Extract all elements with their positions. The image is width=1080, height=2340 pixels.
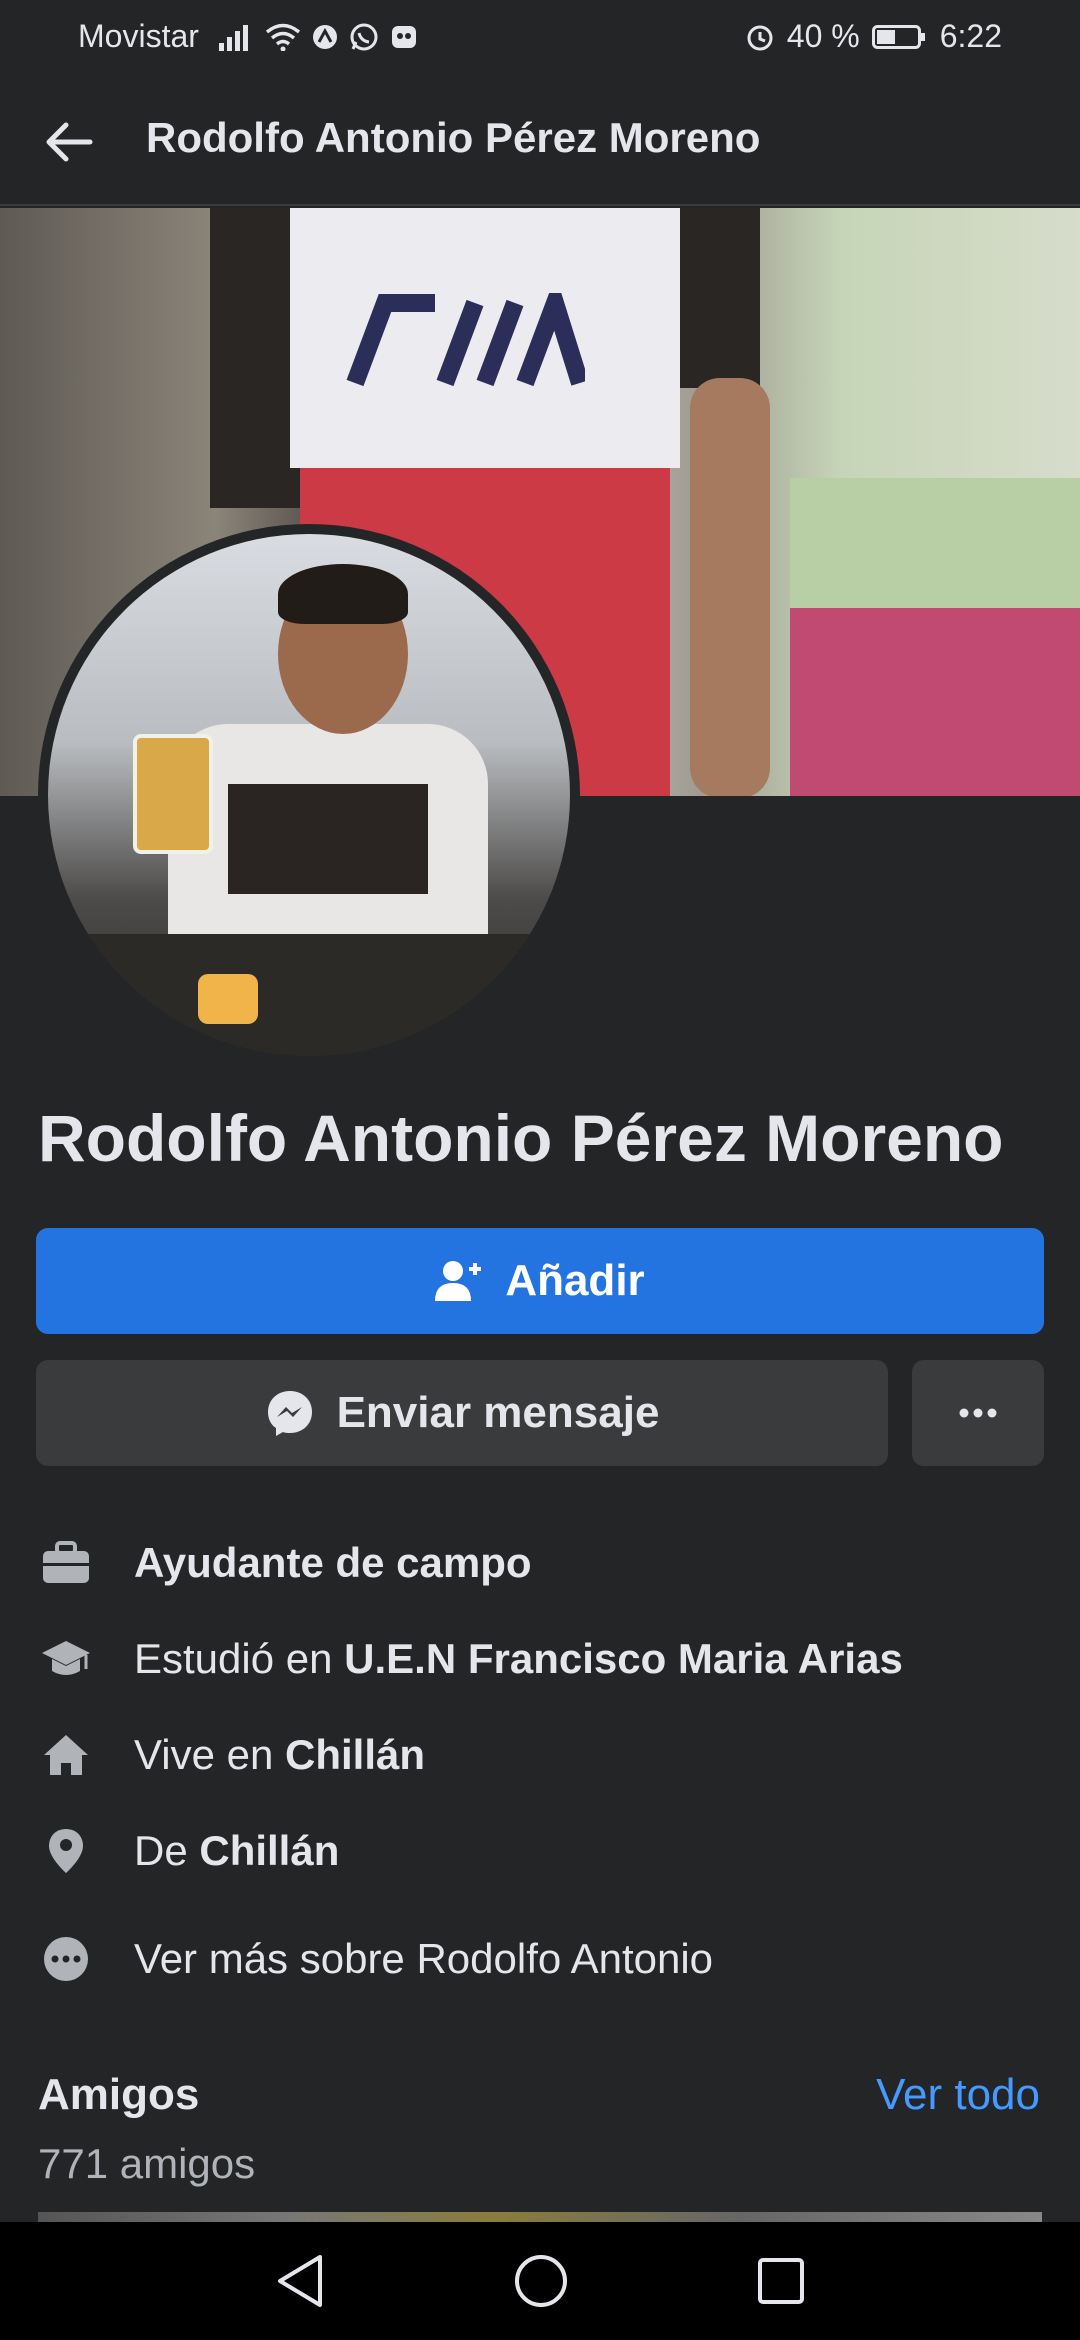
detail-work: Ayudante de campo	[0, 1515, 1080, 1611]
carrier-label: Movistar	[78, 18, 199, 54]
education-school[interactable]: U.E.N Francisco Maria Arias	[344, 1635, 903, 1682]
friends-preview-strip	[38, 2212, 1042, 2222]
see-more-about-link[interactable]: Ver más sobre Rodolfo Antonio	[0, 1911, 1080, 2007]
send-message-label: Enviar mensaje	[336, 1388, 660, 1437]
job-title: Ayudante de campo	[134, 1539, 532, 1586]
briefcase-icon	[38, 1535, 94, 1591]
arrow-left-icon	[46, 122, 93, 162]
friends-count: 771 amigos	[38, 2140, 256, 2187]
graduation-cap-icon	[38, 1631, 94, 1687]
profile-details: Ayudante de campo Estudió en U.E.N Franc…	[0, 1515, 1080, 2007]
add-friend-label: Añadir	[505, 1256, 645, 1305]
add-friend-button[interactable]: Añadir	[36, 1228, 1044, 1334]
nav-home-icon[interactable]	[513, 2253, 569, 2309]
signal-icon	[218, 24, 248, 51]
system-navigation-bar	[0, 2222, 1080, 2340]
current-city[interactable]: Chillán	[285, 1731, 425, 1778]
detail-current-city: Vive en Chillán	[0, 1707, 1080, 1803]
more-horizontal-icon	[959, 1408, 997, 1418]
more-options-button[interactable]	[912, 1360, 1044, 1466]
location-pin-icon	[38, 1823, 94, 1879]
battery-icon	[871, 24, 925, 49]
friends-heading: Amigos	[38, 2070, 200, 2119]
detail-hometown: De Chillán	[0, 1803, 1080, 1899]
cover-photo-sleeve	[210, 208, 300, 508]
avatar-candle	[198, 974, 258, 1024]
clock: 6:22	[939, 18, 1002, 54]
cover-photo-logo	[346, 293, 585, 387]
education-prefix: Estudió en	[134, 1635, 345, 1682]
profile-name: Rodolfo Antonio Pérez Moreno	[38, 1101, 1004, 1175]
avatar-table	[48, 934, 570, 1056]
avatar-beer-mug	[133, 734, 213, 854]
hometown[interactable]: Chillán	[199, 1827, 339, 1874]
alarm-icon	[747, 25, 773, 50]
messenger-notif-icon	[391, 25, 416, 48]
nav-back-icon[interactable]	[274, 2253, 326, 2309]
status-bar: Movistar 40 % 6:22	[0, 0, 1080, 72]
current-city-prefix: Vive en	[134, 1731, 285, 1778]
app-bar: Rodolfo Antonio Pérez Moreno	[0, 72, 1080, 206]
nav-recents-icon[interactable]	[756, 2256, 806, 2306]
hometown-prefix: De	[134, 1827, 200, 1874]
more-circle-icon	[38, 1931, 94, 1987]
detail-education: Estudió en U.E.N Francisco Maria Arias	[0, 1611, 1080, 1707]
battery-percent: 40 %	[786, 18, 860, 54]
add-friend-icon	[435, 1261, 482, 1301]
profile-picture	[48, 534, 570, 1056]
avatar-sweater-band	[228, 784, 428, 894]
wifi-icon	[265, 23, 301, 51]
cover-photo-wall	[790, 478, 1080, 608]
cover-photo-sleeve	[680, 208, 760, 388]
vpn-icon	[312, 24, 337, 49]
cover-photo-table	[790, 608, 1080, 796]
home-icon	[38, 1727, 94, 1783]
app-bar-title: Rodolfo Antonio Pérez Moreno	[146, 114, 761, 161]
see-more-about-label: Ver más sobre Rodolfo Antonio	[134, 1935, 714, 1982]
avatar-hair	[278, 564, 408, 624]
whatsapp-icon	[350, 23, 378, 50]
back-button[interactable]	[40, 112, 100, 172]
profile-picture-frame[interactable]	[38, 524, 580, 1066]
cover-photo-arm	[690, 378, 770, 796]
see-all-friends-link[interactable]: Ver todo	[876, 2070, 1040, 2120]
messenger-icon	[267, 1391, 312, 1436]
send-message-button[interactable]: Enviar mensaje	[36, 1360, 888, 1466]
